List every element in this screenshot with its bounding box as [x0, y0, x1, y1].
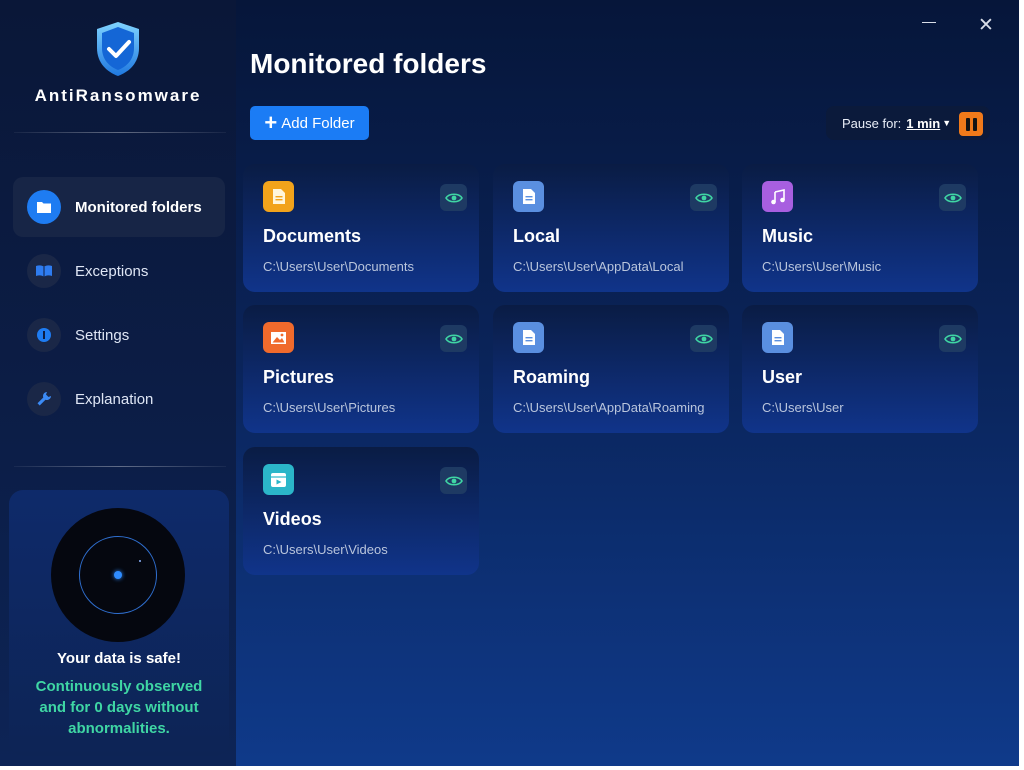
- folder-card-videos[interactable]: Videos C:\Users\User\Videos: [243, 447, 479, 575]
- sidebar-nav: Monitored folders Exceptions Settings Ex…: [13, 177, 225, 433]
- folder-name: Roaming: [513, 367, 591, 387]
- folder-icon: [27, 190, 61, 224]
- eye-icon[interactable]: [440, 184, 467, 211]
- image-icon: [263, 322, 294, 353]
- add-folder-label: Add Folder: [281, 114, 355, 132]
- wrench-icon: [27, 382, 61, 416]
- folder-path: C:\Users\User\Videos: [263, 542, 388, 557]
- folder-card-roaming[interactable]: Roaming C:\Users\User\AppData\Roaming: [493, 305, 729, 433]
- folder-name: User: [762, 367, 803, 387]
- folder-path: C:\Users\User\Pictures: [263, 400, 396, 415]
- page-title: Monitored folders: [250, 48, 487, 79]
- sidebar-item-monitored-folders[interactable]: Monitored folders: [13, 177, 225, 237]
- minimize-button[interactable]: [922, 22, 936, 23]
- sidebar: AntiRansomware Monitored folders Excepti…: [0, 0, 236, 766]
- book-icon: [27, 254, 61, 288]
- eye-icon[interactable]: [690, 325, 717, 352]
- sidebar-item-label: Exceptions: [75, 262, 149, 280]
- radar-dot: [114, 571, 122, 579]
- sidebar-item-label: Explanation: [75, 390, 154, 408]
- sidebar-item-label: Settings: [75, 326, 130, 344]
- status-card: Your data is safe! Continuously observed…: [9, 490, 229, 756]
- file-icon: [513, 322, 544, 353]
- chevron-down-icon[interactable]: ▼: [942, 118, 951, 128]
- folder-card-documents[interactable]: Documents C:\Users\User\Documents: [243, 164, 479, 292]
- pause-icon: [965, 117, 970, 131]
- status-description: Continuously observed and for 0 days wit…: [35, 678, 203, 737]
- app-name: AntiRansomware: [34, 86, 202, 105]
- file-icon: [762, 322, 793, 353]
- folder-name: Music: [762, 226, 814, 246]
- folder-card-music[interactable]: Music C:\Users\User\Music: [742, 164, 978, 292]
- add-folder-button[interactable]: + Add Folder: [250, 106, 369, 140]
- folder-path: C:\Users\User: [762, 400, 844, 415]
- pause-duration-select[interactable]: 1 min: [906, 116, 940, 131]
- folder-path: C:\Users\User\Music: [762, 259, 882, 274]
- folder-name: Documents: [263, 226, 362, 246]
- music-icon: [762, 181, 793, 212]
- pause-button[interactable]: [959, 112, 983, 136]
- sidebar-item-exceptions[interactable]: Exceptions: [13, 241, 225, 301]
- folder-path: C:\Users\User\Documents: [263, 259, 414, 274]
- radar-graphic: [51, 508, 185, 642]
- pause-label: Pause for:: [842, 115, 902, 131]
- folder-card-user[interactable]: User C:\Users\User: [742, 305, 978, 433]
- file-icon: [513, 181, 544, 212]
- plus-icon: +: [264, 110, 278, 135]
- settings-icon: [27, 318, 61, 352]
- folder-name: Pictures: [263, 367, 335, 387]
- logo: AntiRansomware: [0, 18, 236, 106]
- folder-path: C:\Users\User\AppData\Local: [513, 259, 684, 274]
- sidebar-item-settings[interactable]: Settings: [13, 305, 225, 365]
- eye-icon[interactable]: [939, 325, 966, 352]
- status-title: Your data is safe!: [57, 650, 181, 667]
- eye-icon[interactable]: [440, 325, 467, 352]
- eye-icon[interactable]: [690, 184, 717, 211]
- background-strip: [0, 766, 1024, 770]
- eye-icon[interactable]: [440, 467, 467, 494]
- video-icon: [263, 464, 294, 495]
- radar-blip: [139, 560, 141, 562]
- app-window: AntiRansomware Monitored folders Excepti…: [0, 0, 1019, 766]
- divider: [14, 132, 226, 133]
- folder-name: Videos: [263, 509, 322, 529]
- divider: [14, 466, 226, 467]
- shield-check-icon: [97, 22, 139, 76]
- folder-card-local[interactable]: Local C:\Users\User\AppData\Local: [493, 164, 729, 292]
- sidebar-item-label: Monitored folders: [75, 198, 202, 216]
- folder-name: Local: [513, 226, 561, 246]
- eye-icon[interactable]: [939, 184, 966, 211]
- sidebar-item-explanation[interactable]: Explanation: [13, 369, 225, 429]
- folder-path: C:\Users\User\AppData\Roaming: [513, 400, 705, 415]
- document-icon: [263, 181, 294, 212]
- close-button[interactable]: ✕: [978, 14, 994, 37]
- folder-card-pictures[interactable]: Pictures C:\Users\User\Pictures: [243, 305, 479, 433]
- pause-control: Pause for: 1 min ▼: [826, 106, 990, 140]
